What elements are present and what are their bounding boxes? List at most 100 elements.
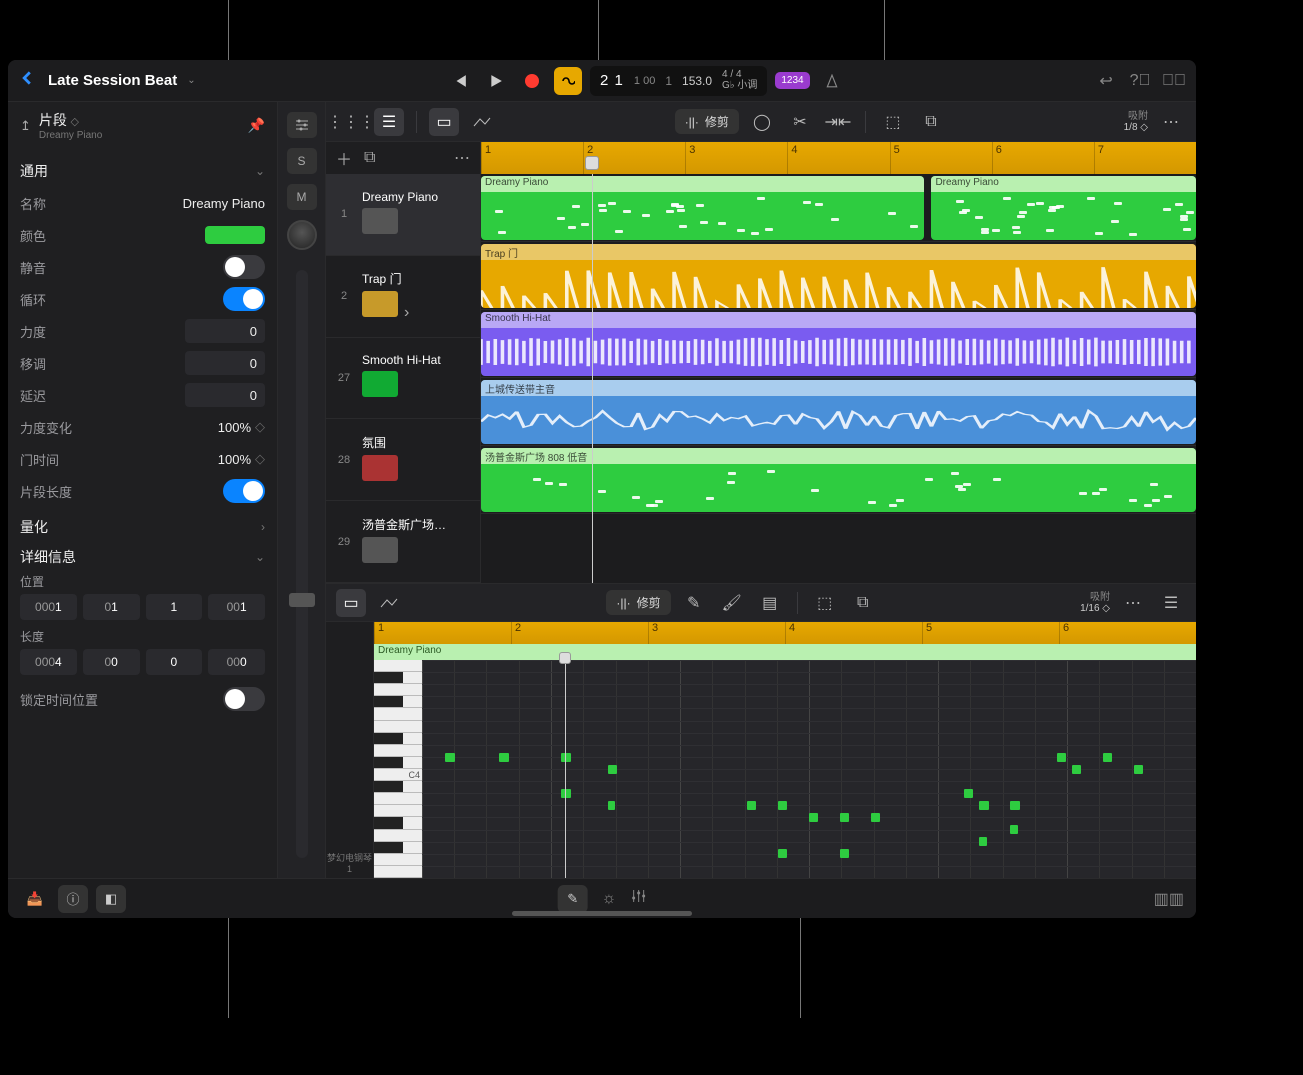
pin-icon[interactable]: 📌: [248, 117, 265, 134]
piano-key[interactable]: [374, 830, 422, 842]
detail-header[interactable]: 详细信息: [20, 547, 76, 567]
piano-key[interactable]: [374, 757, 422, 769]
track-stack-button[interactable]: ⧉: [364, 149, 375, 167]
keyboard-icon[interactable]: ▥▥: [1154, 889, 1184, 909]
clip-length-toggle[interactable]: [223, 479, 265, 503]
info-button[interactable]: ⓘ: [58, 885, 88, 913]
scissors-icon[interactable]: ✂: [785, 108, 815, 136]
piano-key[interactable]: [374, 817, 422, 829]
automation-button[interactable]: [467, 108, 497, 136]
copy2-button[interactable]: ⧉: [848, 589, 878, 617]
track-header[interactable]: 28氛围: [326, 419, 480, 501]
velocity-range-value[interactable]: 100%: [218, 420, 251, 435]
solo-button[interactable]: S: [287, 148, 317, 174]
midi-note[interactable]: [1057, 753, 1066, 762]
count-in-button[interactable]: 1234: [775, 72, 809, 89]
playhead-line[interactable]: [592, 174, 593, 583]
record-button[interactable]: [518, 67, 546, 95]
snap-control[interactable]: 吸附 1/8 ◇: [1124, 111, 1148, 133]
mixer-icon[interactable]: [630, 889, 646, 908]
velocity-field[interactable]: 0: [185, 319, 265, 343]
editor-menu-icon[interactable]: ☰: [1156, 589, 1186, 617]
chevron-right-icon[interactable]: ›: [261, 520, 265, 534]
midi-note[interactable]: [1072, 765, 1081, 774]
midi-note[interactable]: [840, 813, 849, 822]
project-menu-chevron-icon[interactable]: ⌄: [187, 75, 195, 86]
midi-note[interactable]: [1010, 801, 1019, 810]
editor-more-icon[interactable]: ⋯: [1118, 589, 1148, 617]
piano-keys[interactable]: C4: [374, 660, 422, 878]
timeline[interactable]: 1234567 Dreamy PianoDreamy PianoTrap 门Sm…: [481, 142, 1196, 583]
automation2-button[interactable]: [374, 589, 404, 617]
region[interactable]: Trap 门: [481, 244, 1196, 308]
position-segment[interactable]: 0: [146, 649, 203, 675]
more-icon[interactable]: ⋯: [1156, 108, 1186, 136]
piano-key[interactable]: [374, 805, 422, 817]
region[interactable]: Smooth Hi-Hat: [481, 312, 1196, 376]
grid-view-button[interactable]: ⋮⋮⋮: [336, 108, 366, 136]
midi-note[interactable]: [747, 801, 756, 810]
region[interactable]: Dreamy Piano: [481, 176, 924, 240]
piano-key[interactable]: [374, 684, 422, 696]
position-segment[interactable]: 1: [146, 594, 203, 620]
track-header[interactable]: 1Dreamy Piano: [326, 174, 480, 256]
volume-fader[interactable]: [296, 270, 308, 858]
piano-key[interactable]: [374, 696, 422, 708]
metronome-button[interactable]: [818, 67, 846, 95]
stepper-icon[interactable]: ◇: [255, 419, 265, 435]
region[interactable]: 上城传送带主音: [481, 380, 1196, 444]
add-track-button[interactable]: ＋: [336, 146, 352, 170]
editor-playhead[interactable]: [565, 660, 566, 878]
playhead[interactable]: [585, 156, 599, 170]
project-title[interactable]: Late Session Beat: [48, 72, 177, 89]
chevron-down-icon[interactable]: ⌄: [255, 164, 265, 178]
lcd-display[interactable]: 2 1 1 00 1 153.0 4 / 4 G♭ 小调: [590, 66, 767, 96]
region-view-button[interactable]: ▭: [429, 108, 459, 136]
region-view2-button[interactable]: ▭: [336, 589, 366, 617]
back-button[interactable]: [20, 71, 34, 90]
midi-note[interactable]: [1134, 765, 1143, 774]
piano-key[interactable]: C4: [374, 769, 422, 781]
section-general-header[interactable]: 通用: [20, 161, 48, 181]
midi-note[interactable]: [778, 849, 787, 858]
mixer-settings-icon[interactable]: [287, 112, 317, 138]
marquee-tool-button[interactable]: ⬚: [878, 108, 908, 136]
mute-toggle[interactable]: [223, 255, 265, 279]
join-tool-button[interactable]: ⇥⇤: [823, 108, 853, 136]
draw-mode-button[interactable]: ✎: [558, 885, 588, 913]
piano-key[interactable]: [374, 854, 422, 866]
track-header[interactable]: 27Smooth Hi-Hat: [326, 338, 480, 420]
pan-knob[interactable]: [287, 220, 317, 250]
piano-roll-grid[interactable]: [422, 660, 1196, 878]
midi-note[interactable]: [1103, 753, 1112, 762]
midi-note[interactable]: [445, 753, 454, 762]
midi-note[interactable]: [840, 849, 849, 858]
marquee2-button[interactable]: ⬚: [810, 589, 840, 617]
midi-note[interactable]: [1010, 825, 1018, 834]
region[interactable]: Dreamy Piano: [931, 176, 1196, 240]
midi-note[interactable]: [608, 765, 617, 774]
list-view-button[interactable]: ☰: [374, 108, 404, 136]
track-header[interactable]: 29汤普金斯广场…: [326, 501, 480, 583]
piano-key[interactable]: [374, 672, 422, 684]
go-to-start-button[interactable]: [446, 67, 474, 95]
position-segment[interactable]: 01: [83, 594, 140, 620]
midi-note[interactable]: [809, 813, 818, 822]
mute-button[interactable]: M: [287, 184, 317, 210]
position-segment[interactable]: 0001: [20, 594, 77, 620]
velocity-tool-button[interactable]: ▤: [755, 589, 785, 617]
midi-note[interactable]: [608, 801, 616, 810]
position-segment[interactable]: 001: [208, 594, 265, 620]
transpose-field[interactable]: 0: [185, 351, 265, 375]
midi-note[interactable]: [979, 837, 987, 846]
play-button[interactable]: [482, 67, 510, 95]
length-field[interactable]: 0004000000: [20, 649, 265, 675]
delay-field[interactable]: 0: [185, 383, 265, 407]
piano-key[interactable]: [374, 660, 422, 672]
piano-key[interactable]: [374, 866, 422, 878]
chevron-down-icon[interactable]: ⌄: [255, 550, 265, 564]
undo-button[interactable]: ↩: [1096, 71, 1116, 91]
brightness-icon[interactable]: ☼: [602, 890, 617, 908]
gate-value[interactable]: 100%: [218, 452, 251, 467]
editor-snap-control[interactable]: 吸附 1/16 ◇: [1080, 592, 1110, 614]
